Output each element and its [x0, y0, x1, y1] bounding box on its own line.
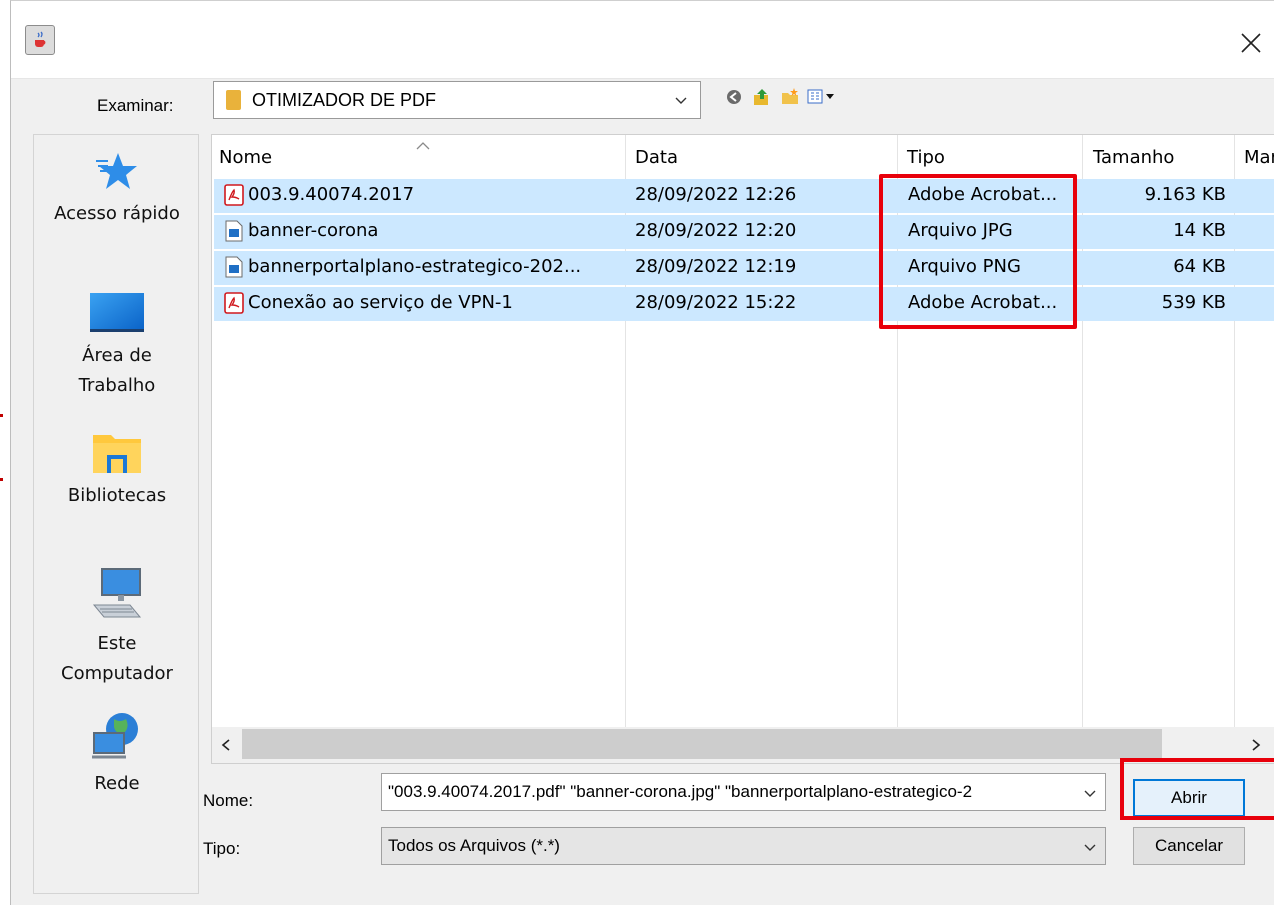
desktop-icon [90, 293, 144, 332]
file-name: banner-corona [248, 220, 379, 241]
file-type: Adobe Acrobat... [908, 292, 1058, 313]
places-bar: Acesso rápido Área de Trabalho Bibliotec… [33, 134, 199, 894]
scroll-left-icon[interactable] [216, 735, 236, 755]
network-globe-icon [92, 713, 138, 759]
place-label: Bibliotecas [67, 485, 167, 506]
file-size: 539 KB [1161, 292, 1226, 313]
view-menu-icon[interactable] [807, 87, 839, 107]
file-list: Nome Data Tipo Tamanho Mar 003.9.40074.2… [211, 134, 1274, 764]
look-in-label: Examinar: [97, 96, 174, 115]
pdf-file-icon [224, 292, 244, 314]
image-file-icon [225, 256, 243, 278]
chevron-down-icon[interactable] [1083, 839, 1097, 859]
place-label: Computador [61, 663, 173, 684]
column-header-size[interactable]: Tamanho [1093, 147, 1174, 168]
look-in-combo[interactable]: OTIMIZADOR DE PDF [213, 81, 701, 119]
file-name-label: Nome: [203, 791, 254, 810]
file-size: 9.163 KB [1144, 184, 1226, 205]
look-in-toolbar [723, 87, 839, 107]
computer-icon [92, 568, 142, 618]
place-label: Área de [82, 345, 152, 366]
file-name: bannerportalplano-estrategico-202... [248, 256, 582, 277]
table-row[interactable]: bannerportalplano-estrategico-202... 28/… [214, 251, 1274, 285]
libraries-folder-icon [93, 435, 141, 473]
open-button-label: Abrir [1171, 788, 1207, 807]
place-label: Este [97, 633, 137, 654]
place-this-pc[interactable]: Este Computador [34, 565, 200, 689]
file-name: 003.9.40074.2017 [248, 184, 415, 205]
place-quick-access[interactable]: Acesso rápido [34, 149, 200, 229]
pdf-file-icon [224, 184, 244, 206]
scroll-right-icon[interactable] [1246, 735, 1266, 755]
open-button[interactable]: Abrir [1133, 779, 1245, 817]
file-size: 14 KB [1173, 220, 1226, 241]
file-size: 64 KB [1173, 256, 1226, 277]
look-in-value: OTIMIZADOR DE PDF [252, 89, 436, 110]
file-type-label: Tipo: [203, 839, 241, 858]
close-icon[interactable] [1231, 23, 1271, 63]
file-type-value: Todos os Arquivos (*.*) [388, 836, 560, 855]
back-icon[interactable] [723, 87, 745, 107]
cancel-button[interactable]: Cancelar [1133, 827, 1245, 865]
scrollbar-thumb[interactable] [242, 729, 1162, 759]
file-name-input[interactable]: "003.9.40074.2017.pdf" "banner-corona.jp… [381, 773, 1106, 811]
place-libraries[interactable]: Bibliotecas [34, 431, 200, 511]
table-row[interactable]: banner-corona 28/09/2022 12:20 Arquivo J… [214, 215, 1274, 249]
column-header-row: Nome Data Tipo Tamanho Mar [212, 135, 1274, 179]
file-name: Conexão ao serviço de VPN-1 [248, 292, 513, 313]
column-header-name[interactable]: Nome [219, 147, 272, 168]
place-network[interactable]: Rede [34, 709, 200, 799]
open-file-dialog: Examinar: OTIMIZADOR DE PDF Acesso rápid… [10, 0, 1274, 905]
column-header-type[interactable]: Tipo [907, 147, 945, 168]
image-file-icon [225, 220, 243, 242]
sort-ascending-icon [416, 142, 430, 150]
file-date: 28/09/2022 12:26 [635, 184, 797, 205]
table-row[interactable]: 003.9.40074.2017 28/09/2022 12:26 Adobe … [214, 179, 1274, 213]
table-row[interactable]: Conexão ao serviço de VPN-1 28/09/2022 1… [214, 287, 1274, 321]
file-type: Adobe Acrobat... [908, 184, 1058, 205]
file-type: Arquivo PNG [908, 256, 1021, 277]
file-date: 28/09/2022 12:20 [635, 220, 797, 241]
place-label: Acesso rápido [54, 203, 180, 224]
place-label: Trabalho [78, 375, 156, 396]
title-bar [11, 1, 1274, 79]
up-folder-icon[interactable] [751, 87, 773, 107]
file-type: Arquivo JPG [908, 220, 1013, 241]
cancel-button-label: Cancelar [1154, 836, 1224, 855]
file-date: 28/09/2022 15:22 [635, 292, 797, 313]
edge-mark [0, 478, 3, 481]
place-label: Rede [94, 773, 140, 794]
horizontal-scrollbar[interactable] [212, 727, 1274, 763]
file-name-value: "003.9.40074.2017.pdf" "banner-corona.jp… [388, 782, 973, 801]
java-cup-icon [25, 25, 55, 55]
file-type-select[interactable]: Todos os Arquivos (*.*) [381, 827, 1106, 865]
chevron-down-icon [674, 93, 688, 112]
column-header-modified[interactable]: Mar [1244, 147, 1274, 168]
chevron-down-icon[interactable] [1083, 785, 1097, 805]
edge-mark [0, 414, 3, 417]
new-folder-icon[interactable] [779, 87, 801, 107]
place-desktop[interactable]: Área de Trabalho [34, 291, 200, 401]
quick-access-star-icon [96, 153, 137, 189]
file-date: 28/09/2022 12:19 [635, 256, 797, 277]
column-header-date[interactable]: Data [635, 147, 678, 168]
folder-icon [226, 90, 241, 110]
